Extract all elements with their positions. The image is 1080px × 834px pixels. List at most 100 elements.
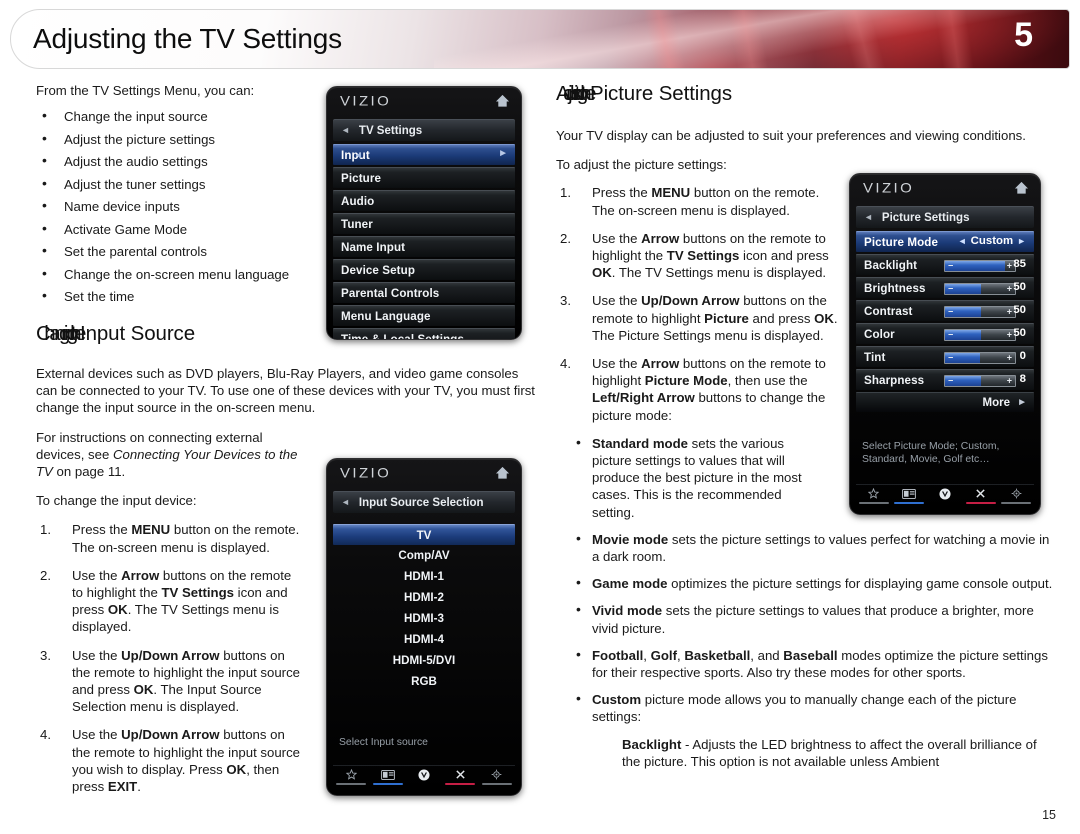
- osd-tv-breadcrumb[interactable]: ◄ TV Settings: [333, 119, 515, 141]
- back-arrow-icon[interactable]: ◄: [341, 498, 350, 507]
- toolbar-item-star[interactable]: [335, 769, 368, 785]
- picture-setting-row-backlight[interactable]: Backlight − +85: [856, 254, 1034, 275]
- slider-track[interactable]: − +: [944, 283, 1016, 295]
- osd-picture-breadcrumb[interactable]: ◄ Picture Settings: [856, 206, 1034, 228]
- osd-input-toolbar[interactable]: [333, 765, 515, 789]
- minus-icon[interactable]: −: [948, 330, 953, 340]
- right-step-3-frag-3: Picture: [704, 310, 749, 326]
- toolbar-item-star[interactable]: [858, 488, 890, 504]
- plus-icon[interactable]: +: [1007, 376, 1012, 386]
- slider-track[interactable]: − +: [944, 329, 1016, 341]
- right-step-4-frag-3: Picture Mode: [644, 373, 728, 389]
- slider-track[interactable]: − +: [944, 375, 1016, 387]
- osd-picture-toolbar[interactable]: [856, 484, 1034, 508]
- more-row[interactable]: More ►: [856, 392, 1034, 412]
- input-source-item-comp-av[interactable]: Comp/AV: [333, 545, 515, 566]
- right-arrow-icon[interactable]: ►: [1017, 236, 1026, 246]
- setting-slider[interactable]: − +: [944, 375, 1016, 387]
- picture-setting-row-brightness[interactable]: Brightness − +50: [856, 277, 1034, 298]
- toolbar-item-gear[interactable]: [1000, 488, 1032, 504]
- picture-setting-row-sharpness[interactable]: Sharpness − +8: [856, 369, 1034, 390]
- slider-track[interactable]: − +: [944, 306, 1016, 318]
- close-x-icon[interactable]: [975, 488, 986, 499]
- input-source-item-hdmi-5-dvi[interactable]: HDMI-5/DVI: [333, 650, 515, 671]
- osd-input-source-menu[interactable]: VIZIO ◄ Input Source Selection TV Comp/AV…: [326, 458, 522, 796]
- input-source-item-hdmi-1[interactable]: HDMI-1: [333, 566, 515, 587]
- picture-mode-value-group[interactable]: ◄ Custom ►: [958, 235, 1026, 247]
- slider-track[interactable]: − +: [944, 260, 1016, 272]
- chevron-right-icon[interactable]: ►: [1017, 397, 1027, 408]
- picture-mode-item: Game mode optimizes the picture settings…: [556, 574, 1056, 592]
- gear-icon[interactable]: [1011, 488, 1022, 499]
- left-arrow-icon[interactable]: ◄: [354, 150, 363, 160]
- setting-slider[interactable]: − +: [944, 306, 1016, 318]
- osd-input-breadcrumb[interactable]: ◄ Input Source Selection: [333, 491, 515, 513]
- minus-icon[interactable]: −: [948, 284, 953, 294]
- toolbar-item-tv-display[interactable]: [893, 488, 925, 504]
- home-icon[interactable]: [495, 94, 510, 108]
- minus-icon[interactable]: −: [948, 261, 953, 271]
- input-source-item-hdmi-4[interactable]: HDMI-4: [333, 629, 515, 650]
- plus-icon[interactable]: +: [1007, 353, 1012, 363]
- mode-4-frag-5: , and: [750, 647, 784, 663]
- picture-mode-row[interactable]: Picture Mode ◄ Custom ►: [856, 231, 1034, 252]
- close-x-icon[interactable]: [455, 769, 466, 780]
- gear-icon[interactable]: [491, 769, 502, 780]
- minus-icon[interactable]: −: [948, 353, 953, 363]
- tv-settings-row-input[interactable]: Input ◄ ►: [333, 144, 515, 165]
- input-source-item-hdmi-2[interactable]: HDMI-2: [333, 587, 515, 608]
- setting-slider[interactable]: − +: [944, 329, 1016, 341]
- tv-settings-row-audio[interactable]: Audio: [333, 190, 515, 211]
- tv-settings-row-picture[interactable]: Picture: [333, 167, 515, 188]
- plus-icon[interactable]: +: [1007, 261, 1012, 271]
- star-icon[interactable]: [868, 488, 880, 499]
- toolbar-item-gear[interactable]: [480, 769, 513, 785]
- picture-setting-row-contrast[interactable]: Contrast − +50: [856, 300, 1034, 321]
- tv-settings-row-parental-controls[interactable]: Parental Controls: [333, 282, 515, 303]
- row-label: HDMI-2: [404, 591, 444, 604]
- toolbar-item-vizio-v[interactable]: [408, 768, 441, 785]
- toolbar-indicator-bar: [930, 502, 960, 504]
- tv-settings-row-menu-language[interactable]: Menu Language: [333, 305, 515, 326]
- tv-settings-row-name-input[interactable]: Name Input: [333, 236, 515, 257]
- osd-picture-settings-menu[interactable]: VIZIO ◄ Picture Settings Picture Mode ◄ …: [849, 173, 1041, 515]
- plus-icon[interactable]: +: [1007, 307, 1012, 317]
- tv-settings-row-tuner[interactable]: Tuner: [333, 213, 515, 234]
- osd-tv-settings-menu[interactable]: VIZIO ◄ TV Settings Input ◄ ► Picture Audio T…: [326, 86, 522, 340]
- picture-setting-row-color[interactable]: Color − +50: [856, 323, 1034, 344]
- minus-icon[interactable]: −: [948, 376, 953, 386]
- input-source-item-rgb[interactable]: RGB: [333, 671, 515, 692]
- left-step-3-frag-3: OK: [133, 682, 154, 698]
- left-arrow-icon[interactable]: ◄: [958, 236, 967, 246]
- minus-icon[interactable]: −: [948, 307, 953, 317]
- star-icon[interactable]: [345, 769, 357, 780]
- plus-icon[interactable]: +: [1007, 284, 1012, 294]
- picture-slider-rows: Backlight − +85 Brightness − +50 Contrast − +50 C…: [856, 254, 1034, 390]
- toolbar-item-close-x[interactable]: [965, 488, 997, 504]
- tv-settings-row-device-setup[interactable]: Device Setup: [333, 259, 515, 280]
- toolbar-item-tv-display[interactable]: [371, 769, 404, 785]
- setting-slider[interactable]: − +: [944, 283, 1016, 295]
- tv-display-icon[interactable]: [902, 488, 917, 499]
- slider-track[interactable]: − +: [944, 352, 1016, 364]
- picture-setting-row-tint[interactable]: Tint − +0: [856, 346, 1034, 367]
- right-step-3-frag-1: Up/Down Arrow: [641, 293, 740, 309]
- vizio-v-icon[interactable]: [418, 768, 430, 781]
- plus-icon[interactable]: +: [1007, 330, 1012, 340]
- input-source-item-hdmi-3[interactable]: HDMI-3: [333, 608, 515, 629]
- tv-settings-row-time-local-settings[interactable]: Time & Local Settings: [333, 328, 515, 339]
- back-arrow-icon[interactable]: ◄: [341, 126, 350, 135]
- right-step-2-frag-6: . The TV Settings menu is displayed.: [611, 265, 827, 281]
- tv-display-icon[interactable]: [380, 769, 395, 780]
- input-source-item-tv[interactable]: TV: [333, 524, 515, 545]
- toolbar-item-close-x[interactable]: [444, 769, 477, 785]
- home-icon[interactable]: [495, 466, 510, 480]
- setting-slider[interactable]: − +: [944, 260, 1016, 272]
- setting-slider[interactable]: − +: [944, 352, 1016, 364]
- toolbar-item-vizio-v[interactable]: [929, 487, 961, 504]
- back-arrow-icon[interactable]: ◄: [864, 213, 873, 222]
- home-icon[interactable]: [1014, 181, 1029, 195]
- right-arrow-icon[interactable]: ►: [498, 149, 508, 159]
- right-step-2-frag-4: icon and press: [739, 248, 829, 264]
- vizio-v-icon[interactable]: [939, 487, 951, 500]
